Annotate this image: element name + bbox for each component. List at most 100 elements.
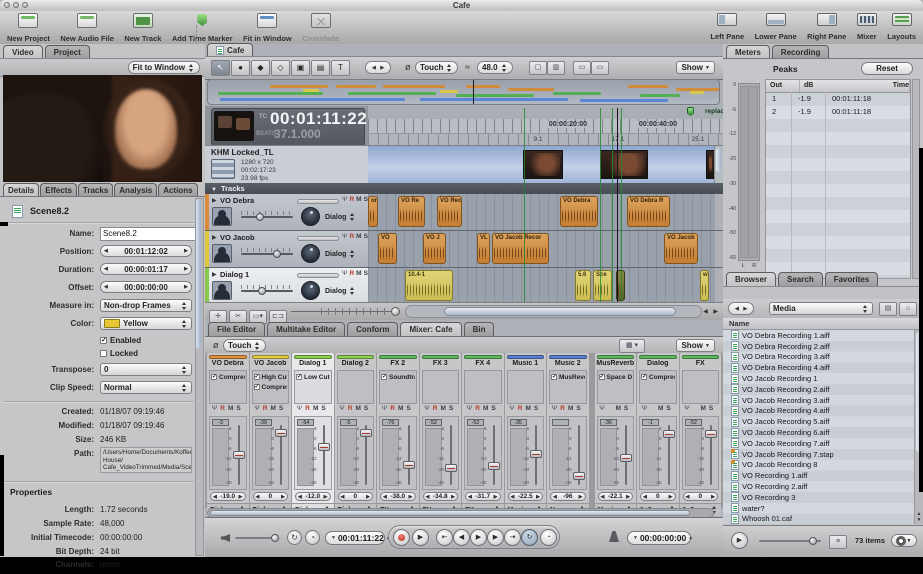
details-scrollbar[interactable] [195, 198, 204, 556]
action-menu-button[interactable]: ▼ [891, 534, 917, 547]
disclosure-triangle-icon[interactable]: ▼ [211, 187, 217, 193]
strip-view-select[interactable]: ▦ ▾ [619, 339, 645, 353]
solo-button[interactable]: S [449, 405, 456, 412]
transpose-select[interactable]: 0 [100, 363, 192, 376]
level-stepper[interactable]: 0 [640, 492, 676, 501]
preview-volume-slider[interactable] [759, 540, 821, 542]
effects-slots[interactable]: Low Cut [294, 370, 332, 404]
file-list-item[interactable]: VO Jacob Recording 2.aiff [723, 384, 923, 395]
lower-pane-tab[interactable]: Conform [347, 322, 398, 336]
lower-pane-tab[interactable]: Mixer: Cafe [400, 322, 461, 336]
file-list-item[interactable]: VO Jacob Recording 3.aiff [723, 395, 923, 406]
timeslice-tool-icon[interactable]: ● [231, 60, 250, 76]
automation-mode-select[interactable]: Touch [415, 61, 458, 74]
audio-clip[interactable]: or [368, 196, 378, 227]
disclosure-triangle-icon[interactable]: ▶ [212, 197, 217, 204]
left-pane-tab[interactable]: Project [45, 45, 90, 59]
arm-antenna-icon[interactable]: Ψ [599, 405, 607, 412]
increment-icon[interactable] [184, 284, 188, 290]
volume-thumb[interactable] [809, 537, 817, 545]
loop-playback-button[interactable]: ↻ [521, 529, 538, 546]
detail-tab[interactable]: Details [3, 183, 39, 197]
media-location-select[interactable]: Media [769, 302, 873, 315]
metronome-icon[interactable] [609, 531, 619, 542]
video-track-lane[interactable] [368, 146, 715, 184]
mixer-automation-select[interactable]: Touch [223, 339, 266, 352]
effect-enabled-checkbox[interactable] [211, 374, 217, 380]
audio-clip[interactable]: 5.6 [575, 270, 591, 301]
browser-tab[interactable]: Browser [726, 272, 776, 286]
peaks-column-header[interactable]: dB [800, 80, 889, 92]
mute-button[interactable]: M [355, 405, 363, 412]
effect-enabled-checkbox[interactable] [381, 374, 387, 380]
toolbar-button[interactable]: New Project [7, 13, 50, 43]
track-header[interactable]: ▶ Dialog 1 ΨRMS Dialog [205, 268, 368, 304]
solo-button[interactable]: S [279, 405, 286, 412]
browser-tab[interactable]: Favorites [825, 272, 879, 286]
solo-button[interactable]: S [236, 405, 243, 412]
solo-button[interactable]: S [321, 405, 328, 412]
volume-slider-thumb[interactable] [256, 213, 264, 221]
decrement-icon[interactable] [104, 284, 108, 290]
detail-tab[interactable]: Tracks [78, 183, 113, 197]
cycle-button[interactable]: ↻ [287, 530, 302, 545]
solo-button[interactable]: S [709, 405, 716, 412]
volume-slider[interactable] [241, 290, 293, 292]
toolbar-button[interactable]: New Track [124, 13, 161, 43]
track-layout-button[interactable]: ▭ [573, 61, 591, 75]
stamp-tool-icon[interactable]: ▤ [311, 60, 330, 76]
effect-enabled-checkbox[interactable] [599, 374, 605, 380]
mute-button[interactable]: M [525, 405, 533, 412]
volume-fader[interactable] [403, 461, 415, 469]
arm-antenna-icon[interactable]: Ψ [212, 405, 220, 412]
pan-knob[interactable] [301, 207, 320, 226]
envelope-mute-icon[interactable]: ø [211, 339, 221, 352]
left-pane-tab[interactable]: Video [3, 45, 43, 59]
file-list-item[interactable]: VO Jacob Recording 6.aiff [723, 427, 923, 438]
level-stepper[interactable]: -34.8 [423, 492, 459, 501]
meters-tab[interactable]: Recording [772, 45, 830, 59]
level-stepper[interactable]: 0 [338, 492, 374, 501]
file-list-item[interactable]: VO Recording 2.aiff [723, 481, 923, 492]
scrollbar-thumb[interactable] [444, 307, 676, 316]
effects-slots[interactable] [337, 370, 375, 404]
file-list-item[interactable]: VO Debra Recording 3.aiff [723, 352, 923, 363]
blade-all-tool-icon[interactable]: ◇ [271, 60, 290, 76]
volume-fader[interactable] [445, 464, 457, 472]
envelope-mute-icon[interactable]: ø [403, 61, 413, 74]
punch-button[interactable]: ◔ [540, 529, 557, 546]
solo-button[interactable]: S [576, 405, 583, 412]
preview-play-button[interactable]: ▶ [731, 532, 748, 549]
blade-tool-icon[interactable]: ◆ [251, 60, 270, 76]
volume-fader[interactable] [530, 450, 542, 458]
arm-antenna-icon[interactable]: Ψ [297, 405, 305, 412]
home-button[interactable]: ⌂ [899, 302, 917, 316]
tracks-section-header[interactable]: ▼Tracks [205, 183, 723, 194]
solo-button[interactable]: S [666, 405, 673, 412]
effect-row[interactable]: High Cut [254, 372, 288, 382]
pan-knob[interactable] [301, 281, 320, 300]
level-stepper[interactable]: -22.1 [598, 492, 634, 501]
record-enable-button[interactable]: R [220, 405, 228, 412]
pan-knob[interactable] [301, 244, 320, 263]
volume-fader[interactable] [663, 430, 675, 438]
track-output-select[interactable]: Dialog [325, 211, 365, 223]
volume-slider[interactable] [241, 253, 293, 255]
effect-enabled-checkbox[interactable] [254, 374, 260, 380]
increment-icon[interactable] [184, 248, 188, 254]
peaks-table-row[interactable]: 1-1.900:01:11:18 [766, 92, 910, 105]
arm-antenna-icon[interactable]: Ψ [552, 405, 560, 412]
arm-antenna-icon[interactable]: Ψ [684, 405, 692, 412]
file-list-item[interactable]: VO Jacob Recording 1 [723, 373, 923, 384]
browser-back-forward[interactable] [728, 302, 754, 315]
effects-slots[interactable] [507, 370, 545, 404]
scroll-arrows[interactable]: ◀ ▶ [703, 308, 720, 315]
file-list-item[interactable]: VO Recording 1.aiff [723, 470, 923, 481]
audio-clip[interactable]: wa [700, 270, 709, 301]
level-stepper[interactable]: 0 [683, 492, 719, 501]
solo-button[interactable]: S [624, 405, 631, 412]
effect-enabled-checkbox[interactable] [551, 374, 557, 380]
track-output-select[interactable]: Dialog [325, 285, 365, 297]
arm-antenna-icon[interactable]: Ψ [509, 405, 517, 412]
disclosure-triangle-icon[interactable]: ▶ [212, 234, 217, 241]
